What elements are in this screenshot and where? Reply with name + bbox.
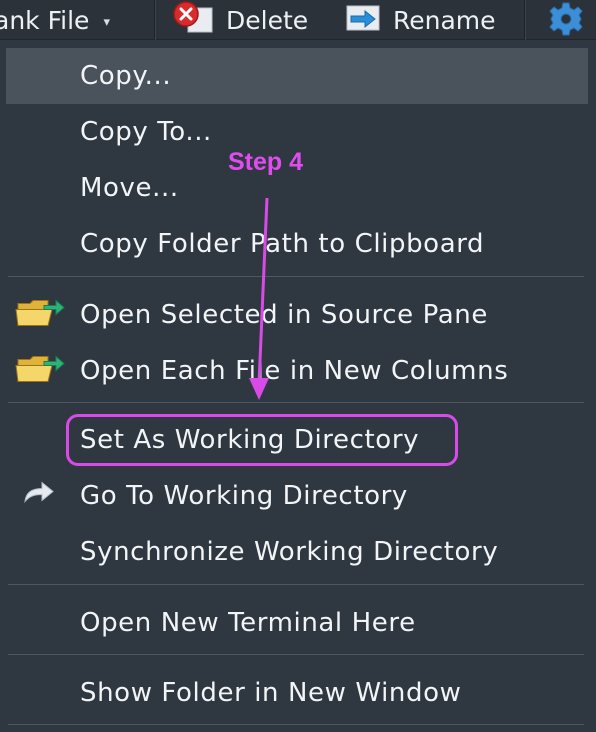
menu-item-label: Move... bbox=[80, 173, 179, 203]
menu-item-label: Synchronize Working Directory bbox=[80, 537, 499, 567]
menu-item-copy[interactable]: Copy... bbox=[6, 48, 588, 104]
rename-button[interactable]: Rename bbox=[343, 0, 496, 40]
menu-item-show-folder-new-window[interactable]: Show Folder in New Window bbox=[6, 665, 588, 721]
files-pane-more-menu: ank File ▾ Delete Rename Copy... Copy To… bbox=[0, 0, 596, 732]
rename-label: Rename bbox=[393, 5, 496, 35]
gear-icon bbox=[547, 0, 585, 44]
files-toolbar: ank File ▾ Delete Rename bbox=[0, 0, 596, 40]
delete-label: Delete bbox=[226, 5, 309, 35]
menu-divider bbox=[8, 402, 584, 403]
rename-icon bbox=[343, 0, 383, 40]
menu-divider bbox=[8, 276, 584, 277]
open-folder-icon bbox=[14, 294, 66, 337]
menu-item-label: Copy To... bbox=[80, 117, 212, 147]
menu-item-label: Go To Working Directory bbox=[80, 481, 408, 511]
menu-divider bbox=[8, 584, 584, 585]
delete-button[interactable]: Delete bbox=[172, 0, 308, 40]
step-annotation-label: Step 4 bbox=[228, 148, 304, 176]
blank-file-label: ank File bbox=[0, 5, 90, 35]
menu-item-label: Show Folder in New Window bbox=[80, 678, 462, 708]
menu-divider bbox=[8, 724, 584, 725]
delete-icon bbox=[172, 0, 216, 40]
menu-item-label: Open Each File in New Columns bbox=[80, 356, 509, 386]
menu-item-open-terminal[interactable]: Open New Terminal Here bbox=[6, 595, 588, 651]
more-options-button[interactable] bbox=[547, 2, 585, 42]
menu-item-synchronize-working-directory[interactable]: Synchronize Working Directory bbox=[6, 524, 588, 580]
menu-item-copy-folder-path[interactable]: Copy Folder Path to Clipboard bbox=[6, 216, 588, 272]
toolbar-separator bbox=[524, 0, 526, 40]
menu-item-open-selected-in-source[interactable]: Open Selected in Source Pane bbox=[6, 287, 588, 343]
menu-item-label: Open New Terminal Here bbox=[80, 608, 416, 638]
menu-item-label: Open Selected in Source Pane bbox=[80, 300, 488, 330]
open-folder-icon bbox=[14, 350, 66, 393]
menu-item-label: Copy... bbox=[80, 61, 172, 91]
curved-arrow-icon bbox=[22, 480, 56, 513]
chevron-down-icon: ▾ bbox=[103, 14, 110, 30]
menu-divider bbox=[8, 654, 584, 655]
menu-item-label: Copy Folder Path to Clipboard bbox=[80, 229, 485, 259]
menu-item-go-to-working-directory[interactable]: Go To Working Directory bbox=[6, 468, 588, 524]
toolbar-separator bbox=[154, 0, 156, 40]
annotation-highlight-box bbox=[66, 414, 458, 466]
menu-item-open-each-in-columns[interactable]: Open Each File in New Columns bbox=[6, 343, 588, 399]
blank-file-button[interactable]: ank File ▾ bbox=[0, 0, 110, 40]
